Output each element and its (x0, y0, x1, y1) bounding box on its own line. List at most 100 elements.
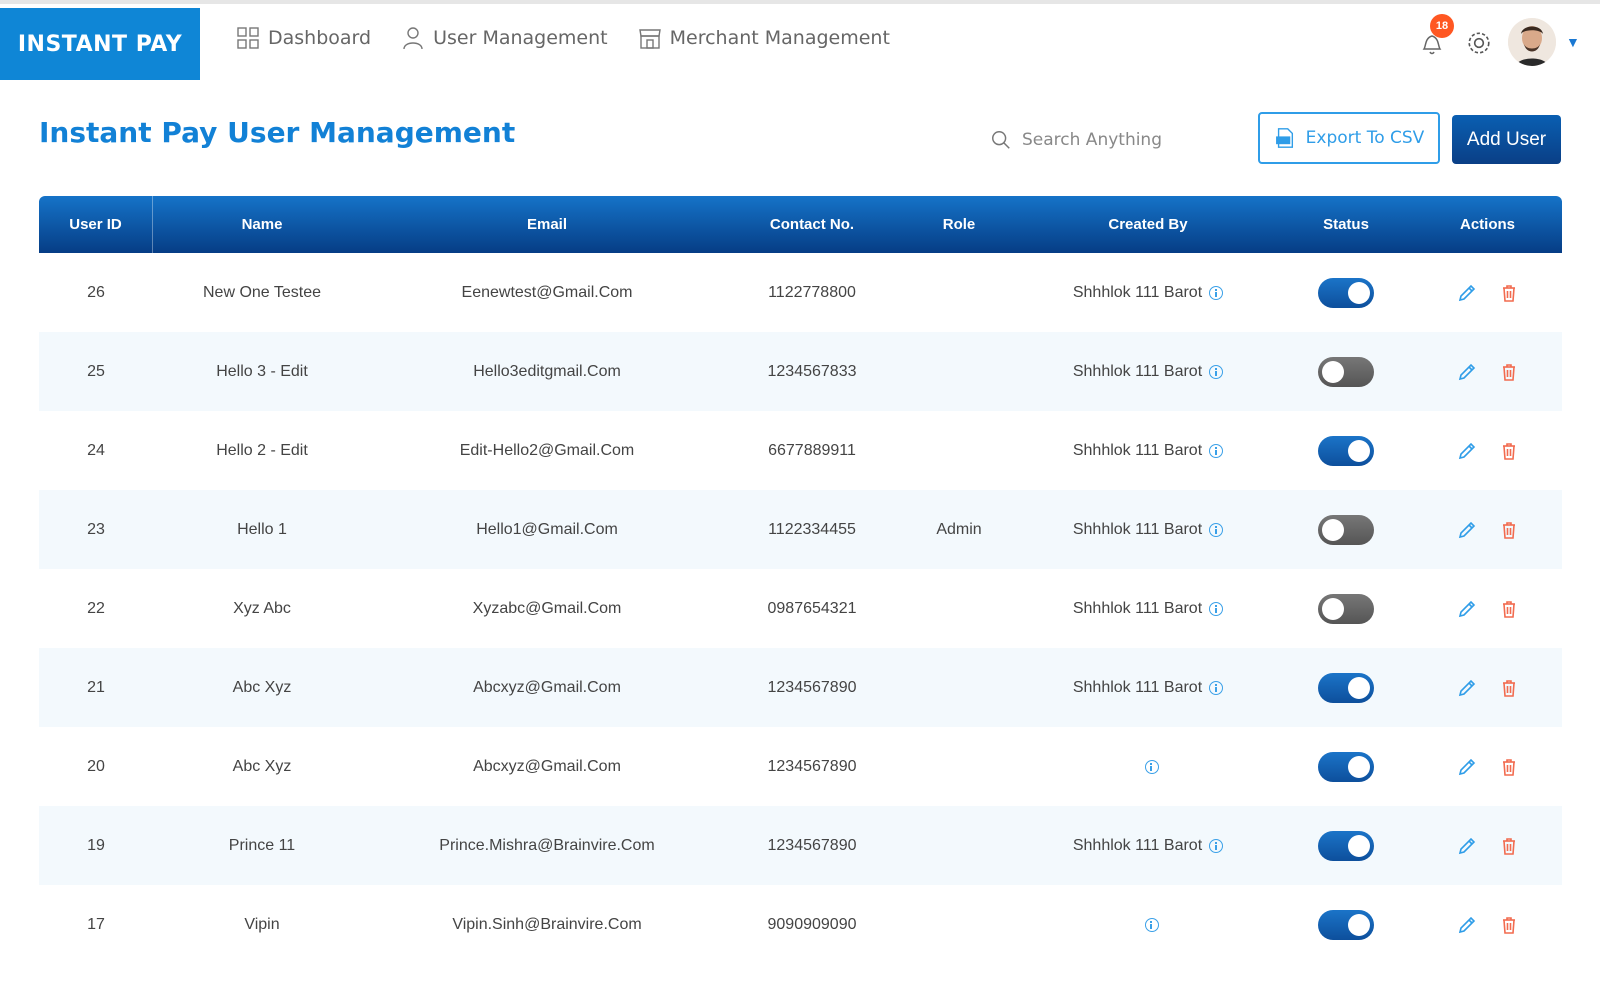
column-header-status[interactable]: Status (1279, 196, 1413, 253)
profile-dropdown-icon[interactable]: ▼ (1566, 34, 1580, 50)
status-toggle[interactable] (1318, 277, 1374, 308)
toggle-knob (1348, 913, 1370, 936)
gear-icon[interactable] (1466, 30, 1492, 56)
delete-icon[interactable] (1499, 599, 1519, 619)
info-icon[interactable] (1144, 917, 1159, 932)
export-csv-button[interactable]: Export To CSV (1258, 112, 1440, 164)
column-header-contact[interactable]: Contact No. (723, 196, 901, 253)
column-header-name[interactable]: Name (153, 196, 371, 253)
cell-email: Xyzabc@Gmail.Com (472, 599, 622, 617)
info-icon[interactable] (1209, 443, 1224, 458)
created-by-text: Shhhlok 111 Barot (1072, 599, 1203, 617)
info-icon[interactable] (1209, 364, 1224, 379)
cell-role: Admin (936, 520, 982, 538)
cell-contact: 1234567890 (767, 678, 857, 696)
delete-icon[interactable] (1499, 915, 1519, 935)
column-header-created-by[interactable]: Created By (1017, 196, 1279, 253)
user-avatar-image (1508, 18, 1556, 66)
toggle-knob (1322, 518, 1344, 541)
column-header-role[interactable]: Role (901, 196, 1017, 253)
table-row: 17 Vipin Vipin.Sinh@Brainvire.Com 909090909… (39, 885, 1562, 964)
edit-icon[interactable] (1457, 441, 1477, 461)
info-icon[interactable] (1144, 759, 1159, 774)
status-toggle[interactable] (1318, 830, 1374, 861)
status-toggle[interactable] (1318, 909, 1374, 940)
cell-created-by (1017, 917, 1279, 932)
cell-email: Abcxyz@Gmail.Com (473, 757, 621, 775)
edit-icon[interactable] (1457, 836, 1477, 856)
nav-user-management[interactable]: User Management (401, 26, 608, 50)
delete-icon[interactable] (1499, 757, 1519, 777)
cell-status (1279, 751, 1413, 782)
status-toggle[interactable] (1318, 672, 1374, 703)
info-icon[interactable] (1209, 838, 1224, 853)
search-input[interactable] (1022, 130, 1222, 150)
delete-icon[interactable] (1499, 362, 1519, 382)
nav-dashboard[interactable]: Dashboard (236, 26, 371, 50)
nav-merchant-management[interactable]: Merchant Management (638, 26, 890, 50)
delete-icon[interactable] (1499, 520, 1519, 540)
info-icon[interactable] (1209, 601, 1224, 616)
search-icon (992, 131, 1010, 149)
created-by-text: Shhhlok 111 Barot (1072, 283, 1203, 301)
cell-actions (1413, 441, 1562, 461)
brand-logo[interactable]: INSTANT PAY (0, 8, 200, 80)
info-icon[interactable] (1209, 522, 1224, 537)
cell-contact: 1234567833 (767, 362, 857, 380)
cell-actions (1413, 678, 1562, 698)
cell-user-id: 19 (87, 836, 105, 854)
cell-actions (1413, 599, 1562, 619)
cell-created-by: Shhhlok 111 Barot (1017, 600, 1279, 618)
cell-contact: 1122778800 (768, 283, 856, 301)
delete-icon[interactable] (1499, 441, 1519, 461)
edit-icon[interactable] (1457, 678, 1477, 698)
created-by-text: Shhhlok 111 Barot (1072, 441, 1203, 459)
created-by-text: Shhhlok 111 Barot (1072, 520, 1203, 538)
delete-icon[interactable] (1499, 678, 1519, 698)
status-toggle[interactable] (1318, 435, 1374, 466)
nav-user-management-label: User Management (433, 27, 608, 49)
column-header-actions: Actions (1459, 216, 1515, 233)
cell-name: Abc Xyz (232, 678, 292, 696)
edit-icon[interactable] (1457, 362, 1477, 382)
table-row: 23 Hello 1 Hello1@Gmail.Com 1122334455 Admin… (39, 490, 1562, 569)
cell-actions (1413, 283, 1562, 303)
edit-icon[interactable] (1457, 915, 1477, 935)
status-toggle[interactable] (1318, 751, 1374, 782)
table-header: User ID Name Email Contact No. Role Crea… (39, 196, 1562, 253)
column-header-email[interactable]: Email (371, 196, 723, 253)
nav-merchant-management-label: Merchant Management (669, 27, 890, 49)
table-row: 19 Prince 11 Prince.Mishra@Brainvire.Com 12… (39, 806, 1562, 885)
cell-created-by: Shhhlok 111 Barot (1017, 837, 1279, 855)
top-navbar: INSTANT PAY Dashboard User Management Me… (0, 0, 1600, 80)
edit-icon[interactable] (1457, 520, 1477, 540)
cell-status (1279, 672, 1413, 703)
toggle-knob (1348, 676, 1370, 699)
cell-status (1279, 514, 1413, 545)
info-icon[interactable] (1209, 285, 1224, 300)
delete-icon[interactable] (1499, 836, 1519, 856)
edit-icon[interactable] (1457, 283, 1477, 303)
cell-user-id: 26 (87, 283, 105, 301)
status-toggle[interactable] (1318, 356, 1374, 387)
edit-icon[interactable] (1457, 757, 1477, 777)
export-csv-label: Export To CSV (1305, 128, 1425, 148)
status-toggle[interactable] (1318, 593, 1374, 624)
status-toggle[interactable] (1318, 514, 1374, 545)
avatar[interactable] (1508, 18, 1556, 66)
info-icon[interactable] (1209, 680, 1224, 695)
dashboard-icon (237, 27, 259, 49)
toggle-knob (1348, 755, 1370, 778)
cell-email: Hello3editgmail.Com (473, 362, 621, 380)
cell-created-by: Shhhlok 111 Barot (1017, 442, 1279, 460)
cell-email: Abcxyz@Gmail.Com (473, 678, 621, 696)
table-row: 20 Abc Xyz Abcxyz@Gmail.Com 1234567890 (39, 727, 1562, 806)
add-user-button[interactable]: Add User (1452, 115, 1561, 164)
cell-status (1279, 435, 1413, 466)
cell-status (1279, 830, 1413, 861)
edit-icon[interactable] (1457, 599, 1477, 619)
cell-email: Hello1@Gmail.Com (476, 520, 618, 538)
nav-dashboard-label: Dashboard (268, 27, 372, 49)
column-header-user-id[interactable]: User ID (39, 196, 153, 253)
delete-icon[interactable] (1499, 283, 1519, 303)
